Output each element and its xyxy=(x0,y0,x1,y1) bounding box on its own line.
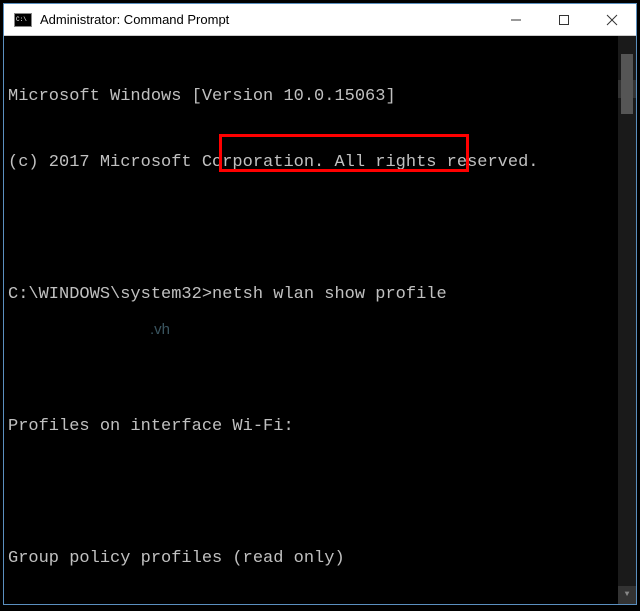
blank-line xyxy=(8,482,636,504)
prompt-text: C:\WINDOWS\system32> xyxy=(8,285,212,304)
command-prompt-window: Administrator: Command Prompt Microsoft … xyxy=(3,3,637,605)
titlebar[interactable]: Administrator: Command Prompt xyxy=(4,4,636,36)
profiles-header: Profiles on interface Wi-Fi: xyxy=(8,416,636,438)
terminal-body[interactable]: Microsoft Windows [Version 10.0.15063] (… xyxy=(4,36,636,604)
vertical-scrollbar[interactable]: ▲ ▼ xyxy=(618,36,636,604)
titlebar-controls xyxy=(492,4,636,35)
group-policy-header: Group policy profiles (read only) xyxy=(8,548,636,570)
blank-line xyxy=(8,218,636,240)
command-text: netsh wlan show profile xyxy=(212,285,447,304)
blank-line xyxy=(8,350,636,372)
scrollbar-thumb[interactable] xyxy=(621,54,633,114)
cmd-icon xyxy=(14,13,32,27)
scroll-down-button[interactable]: ▼ xyxy=(618,586,636,604)
minimize-button[interactable] xyxy=(492,4,540,35)
maximize-button[interactable] xyxy=(540,4,588,35)
version-line: Microsoft Windows [Version 10.0.15063] xyxy=(8,86,636,108)
watermark-text: .vh xyxy=(150,319,170,341)
close-button[interactable] xyxy=(588,4,636,35)
prompt-line: C:\WINDOWS\system32>netsh wlan show prof… xyxy=(8,284,636,306)
copyright-line: (c) 2017 Microsoft Corporation. All righ… xyxy=(8,152,636,174)
window-title: Administrator: Command Prompt xyxy=(40,12,492,27)
